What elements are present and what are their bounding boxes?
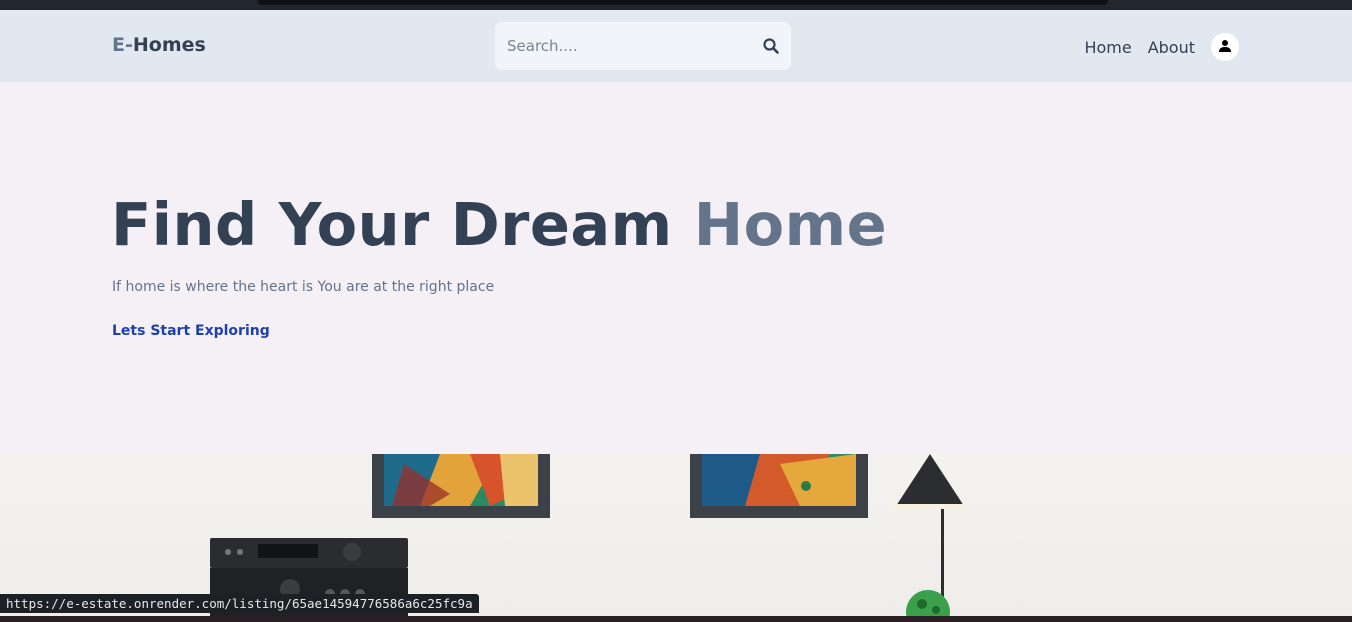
- start-exploring-link[interactable]: Lets Start Exploring: [112, 323, 270, 339]
- status-bar-url: https://e-estate.onrender.com/listing/65…: [0, 594, 479, 613]
- hero-title-main: Find Your Dream: [111, 190, 694, 259]
- floor-lamp: [894, 454, 966, 616]
- hero-title: Find Your Dream Home: [111, 190, 887, 259]
- nav-about-link[interactable]: About: [1148, 38, 1195, 57]
- search-form: [495, 22, 791, 70]
- main-nav: Home About: [1084, 33, 1239, 61]
- search-input[interactable]: [507, 34, 747, 58]
- user-icon: [1218, 38, 1232, 57]
- painting-left: [372, 454, 550, 518]
- hero-title-accent: Home: [693, 190, 888, 259]
- hero-subtitle: If home is where the heart is You are at…: [112, 279, 495, 295]
- site-logo[interactable]: E-Homes: [112, 34, 206, 56]
- profile-avatar[interactable]: [1211, 33, 1239, 61]
- nav-home-link[interactable]: Home: [1084, 38, 1131, 57]
- hero-room-photo: [0, 454, 1352, 616]
- browser-tab-bar: [258, 0, 1108, 5]
- search-icon[interactable]: [763, 38, 779, 54]
- browser-bottom-strip: [0, 616, 1352, 622]
- logo-name: Homes: [132, 34, 206, 56]
- browser-top-strip: [0, 0, 1352, 10]
- room-illustration: [210, 454, 966, 616]
- site-header: E-Homes Home About: [0, 10, 1352, 82]
- painting-right: [690, 454, 868, 518]
- logo-prefix: E-: [112, 34, 133, 56]
- hero-section: Find Your Dream Home If home is where th…: [0, 82, 1352, 454]
